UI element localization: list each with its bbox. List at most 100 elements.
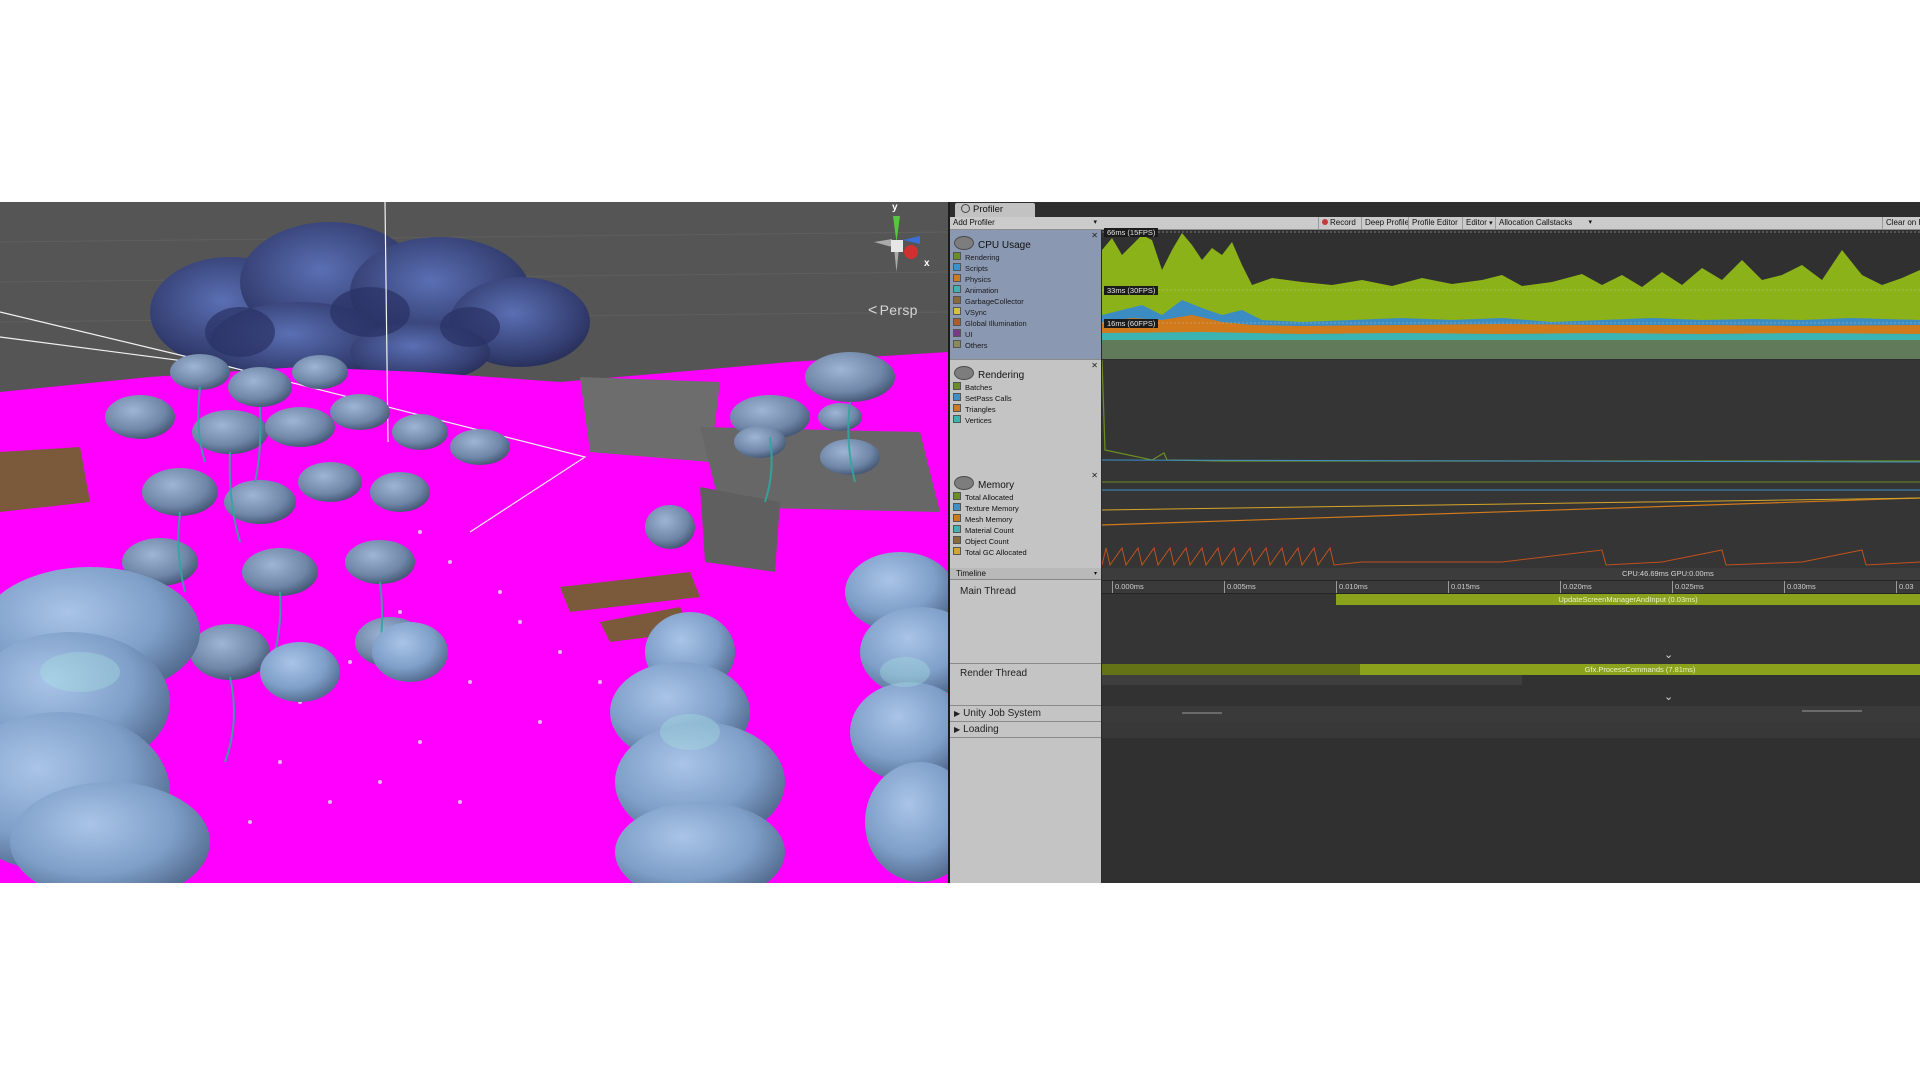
ruler-tick: 0.030ms: [1784, 581, 1816, 593]
thread-render[interactable]: Render Thread: [950, 664, 1101, 706]
ruler-tick: 0.000ms: [1112, 581, 1144, 593]
legend-swatch: [953, 492, 961, 500]
cpu-gpu-time: CPU:46.69ms GPU:0.00ms: [1622, 569, 1714, 578]
persp-arrow-icon: <: [868, 302, 878, 319]
cpu-legend: Rendering Scripts Physics Animation Garb…: [953, 252, 1027, 351]
legend-item[interactable]: SetPass Calls: [953, 393, 1012, 404]
ruler-tick: 0.010ms: [1336, 581, 1368, 593]
deep-profile-button[interactable]: Deep Profile: [1361, 217, 1412, 229]
profile-editor-label: Profile Editor: [1412, 218, 1458, 227]
memory-icon: [954, 476, 974, 490]
thread-group-loading[interactable]: ▶ Loading: [950, 722, 1101, 738]
persp-toggle[interactable]: < Persp: [868, 302, 918, 320]
legend-swatch: [953, 536, 961, 544]
screenshot-frame: y x < Persp Profiler Add Profiler ▾ Record…: [0, 202, 1920, 883]
close-icon[interactable]: ✕: [1091, 361, 1098, 370]
legend-item[interactable]: Triangles: [953, 404, 1012, 415]
tab-profiler[interactable]: Profiler: [955, 203, 1035, 217]
legend-swatch: [953, 415, 961, 423]
legend-item[interactable]: Texture Memory: [953, 503, 1027, 514]
render-thread-idle-bar[interactable]: [1102, 664, 1360, 675]
legend-item[interactable]: GarbageCollector: [953, 296, 1027, 307]
legend-item[interactable]: Others: [953, 340, 1027, 351]
chevron-down-icon[interactable]: ⌄: [1664, 690, 1673, 703]
legend-label: Scripts: [965, 264, 988, 273]
thread-label: Unity Job System: [963, 708, 1041, 719]
editor-label: Editor: [1466, 218, 1487, 227]
legend-item[interactable]: Object Count: [953, 536, 1027, 547]
close-icon[interactable]: ✕: [1091, 471, 1098, 480]
module-cpu-usage[interactable]: CPU Usage ✕ Rendering Scripts Physics An…: [950, 230, 1101, 360]
legend-label: VSync: [965, 308, 987, 317]
view-mode-label: Timeline: [956, 569, 986, 578]
job-system-track[interactable]: [1102, 706, 1920, 722]
legend-label: GarbageCollector: [965, 297, 1024, 306]
legend-item[interactable]: UI: [953, 329, 1027, 340]
clear-on-play-label: Clear on P: [1886, 218, 1920, 227]
close-icon[interactable]: ✕: [1091, 231, 1098, 240]
profiler-graphs[interactable]: 66ms (15FPS) 33ms (30FPS) 16ms (60FPS) C…: [1102, 228, 1920, 883]
legend-item[interactable]: Mesh Memory: [953, 514, 1027, 525]
thread-label: Main Thread: [960, 586, 1016, 597]
thread-group-job-system[interactable]: ▶ Unity Job System: [950, 706, 1101, 722]
timeline-info-bar: CPU:46.69ms GPU:0.00ms: [1102, 568, 1920, 581]
ruler-tick: 0.025ms: [1672, 581, 1704, 593]
legend-item[interactable]: Vertices: [953, 415, 1012, 426]
render-thread-track[interactable]: Gfx.ProcessCommands (7.81ms) ⌄: [1102, 664, 1920, 706]
legend-label: Global Illumination: [965, 319, 1027, 328]
legend-label: Physics: [965, 275, 991, 284]
legend-swatch: [953, 318, 961, 326]
memory-chart[interactable]: [1102, 470, 1920, 568]
editor-dropdown[interactable]: Editor ▾: [1462, 217, 1496, 229]
legend-item[interactable]: Scripts: [953, 263, 1027, 274]
legend-swatch: [953, 514, 961, 522]
scene-render: [0, 202, 948, 883]
legend-label: Animation: [965, 286, 999, 295]
clear-on-play-button[interactable]: Clear on P: [1882, 217, 1920, 229]
ruler-tick: 0.03: [1896, 581, 1914, 593]
record-button[interactable]: Record: [1318, 217, 1359, 229]
main-thread-track[interactable]: UpdateScreenManagerAndInput (0.03ms) ⌄: [1102, 594, 1920, 664]
dropdown-caret-icon: ▾: [1588, 219, 1592, 226]
legend-item[interactable]: Animation: [953, 285, 1027, 296]
time-ruler[interactable]: 0.000ms 0.005ms 0.010ms 0.015ms 0.020ms …: [1102, 581, 1920, 594]
module-header: CPU Usage: [954, 236, 1031, 251]
profile-editor-button[interactable]: Profile Editor: [1408, 217, 1461, 229]
thread-main[interactable]: Main Thread: [950, 581, 1101, 664]
marker-gfx-process-commands[interactable]: Gfx.ProcessCommands (7.81ms): [1360, 664, 1920, 675]
ruler-tick: 0.020ms: [1560, 581, 1592, 593]
legend-item[interactable]: Total GC Allocated: [953, 547, 1027, 558]
job-marker: [1802, 710, 1862, 712]
add-profiler-dropdown[interactable]: Add Profiler ▾: [950, 217, 1101, 229]
allocation-callstacks-dropdown[interactable]: Allocation Callstacks ▾: [1495, 217, 1595, 229]
view-mode-dropdown[interactable]: Timeline ▾: [950, 568, 1101, 580]
legend-swatch: [953, 263, 961, 271]
legend-swatch: [953, 340, 961, 348]
legend-swatch: [953, 252, 961, 260]
module-memory[interactable]: Memory ✕ Total Allocated Texture Memory …: [950, 470, 1101, 569]
chevron-down-icon[interactable]: ⌄: [1664, 648, 1673, 661]
legend-item[interactable]: Batches: [953, 382, 1012, 393]
legend-label: Mesh Memory: [965, 515, 1013, 524]
legend-item[interactable]: Rendering: [953, 252, 1027, 263]
legend-swatch: [953, 296, 961, 304]
legend-item[interactable]: Global Illumination: [953, 318, 1027, 329]
thread-label: Render Thread: [960, 668, 1028, 679]
marker-update-screen-manager[interactable]: UpdateScreenManagerAndInput (0.03ms): [1336, 594, 1920, 605]
cpu-usage-chart[interactable]: [1102, 230, 1920, 359]
orientation-gizmo[interactable]: y x: [858, 202, 948, 282]
legend-item[interactable]: VSync: [953, 307, 1027, 318]
legend-item[interactable]: Material Count: [953, 525, 1027, 536]
module-rendering[interactable]: Rendering ✕ Batches SetPass Calls Triang…: [950, 360, 1101, 471]
tab-bar: Profiler: [950, 202, 1920, 217]
rendering-chart[interactable]: [1102, 360, 1920, 470]
loading-track[interactable]: [1102, 722, 1920, 738]
scene-view[interactable]: y x < Persp: [0, 202, 948, 883]
tab-profiler-label: Profiler: [973, 204, 1004, 215]
module-header: Rendering: [954, 366, 1024, 381]
legend-item[interactable]: Physics: [953, 274, 1027, 285]
expand-triangle-icon: ▶: [954, 709, 961, 718]
expand-triangle-icon: ▶: [954, 725, 961, 734]
legend-item[interactable]: Total Allocated: [953, 492, 1027, 503]
render-thread-subrow: [1102, 675, 1522, 685]
